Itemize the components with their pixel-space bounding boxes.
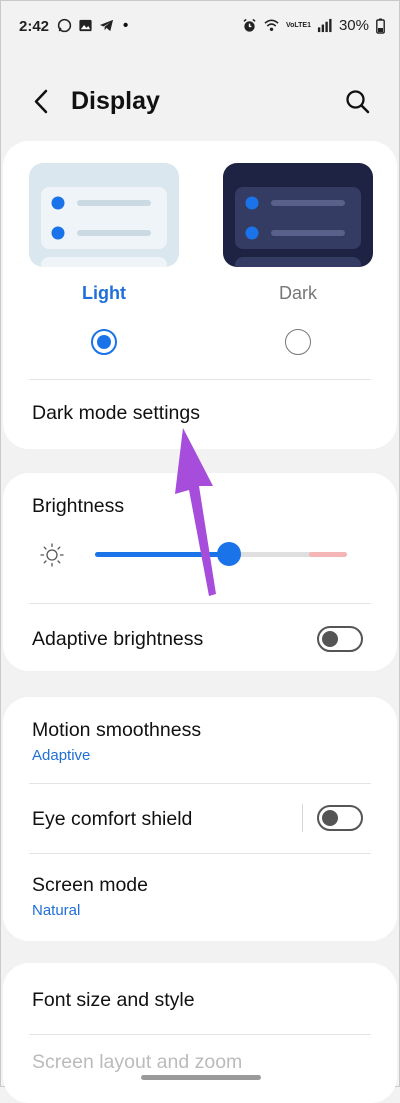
back-button[interactable] — [27, 83, 57, 121]
brightness-slider[interactable] — [95, 542, 347, 566]
brightness-high-zone — [309, 552, 347, 557]
motion-smoothness-value: Adaptive — [32, 747, 91, 764]
light-theme-radio[interactable] — [91, 329, 117, 355]
brightness-slider-fill — [95, 552, 229, 557]
screen-mode-label: Screen mode — [32, 874, 148, 896]
dark-theme-preview[interactable] — [223, 163, 373, 267]
adaptive-brightness-label: Adaptive brightness — [32, 628, 204, 650]
search-icon — [346, 90, 370, 114]
adaptive-brightness-toggle[interactable] — [317, 626, 363, 652]
gallery-icon — [79, 19, 92, 32]
whatsapp-icon — [57, 18, 72, 33]
dark-mode-settings-row[interactable]: Dark mode settings — [3, 380, 397, 446]
font-card: Font size and style Screen layout and zo… — [3, 963, 397, 1103]
screen-layout-and-zoom-label: Screen layout and zoom — [32, 1051, 243, 1073]
dark-preview-graphic — [235, 187, 361, 267]
toggle-separator — [302, 804, 303, 832]
alarm-icon — [243, 18, 256, 32]
dark-mode-settings-label: Dark mode settings — [32, 402, 200, 424]
dark-theme-radio[interactable] — [285, 329, 311, 355]
display-options-card: Motion smoothness Adaptive Eye comfort s… — [3, 697, 397, 941]
system-status: VoLTE1 30% — [242, 17, 385, 34]
status-time: 2:42 — [19, 18, 50, 35]
eye-comfort-shield-toggle[interactable] — [317, 805, 363, 831]
brightness-card: Brightness Adaptive brightness — [3, 473, 397, 671]
toggle-knob — [322, 810, 338, 826]
brightness-slider-thumb[interactable] — [216, 542, 241, 566]
telegram-icon — [99, 19, 114, 32]
dark-theme-label: Dark — [278, 283, 317, 303]
font-size-and-style-row[interactable]: Font size and style — [3, 963, 397, 1033]
font-size-and-style-label: Font size and style — [32, 989, 195, 1011]
screen-mode-row[interactable]: Screen mode Natural — [3, 854, 397, 940]
battery-icon — [376, 18, 385, 34]
wifi-icon — [264, 19, 279, 31]
page-title: Display — [71, 87, 160, 115]
back-arrow-icon — [34, 89, 48, 114]
toggle-knob — [322, 631, 338, 647]
more-notifications-dot: • — [123, 17, 129, 34]
screen-mode-value: Natural — [32, 902, 81, 919]
screen-layout-and-zoom-row[interactable]: Screen layout and zoom — [3, 1035, 397, 1075]
gesture-navigation-handle[interactable] — [141, 1075, 261, 1080]
eye-comfort-shield-label: Eye comfort shield — [32, 808, 193, 830]
theme-card: Light Dark Dark mode settings — [3, 141, 397, 449]
app-header: Display — [1, 73, 399, 133]
eye-comfort-shield-row[interactable]: Eye comfort shield — [3, 784, 397, 852]
status-bar: 2:42 • VoLTE1 30% — [1, 1, 399, 53]
sun-icon — [40, 543, 64, 567]
signal-icon — [317, 18, 332, 33]
search-button[interactable] — [341, 85, 375, 119]
motion-smoothness-label: Motion smoothness — [32, 719, 202, 741]
brightness-label: Brightness — [32, 495, 125, 517]
notification-icons: • — [57, 17, 128, 34]
adaptive-brightness-row[interactable]: Adaptive brightness — [3, 604, 397, 670]
light-theme-preview[interactable] — [29, 163, 179, 267]
network-type: VoLTE1 — [285, 22, 311, 29]
light-preview-graphic — [41, 187, 167, 267]
light-theme-label: Light — [82, 283, 126, 303]
battery-percent: 30% — [338, 17, 369, 34]
motion-smoothness-row[interactable]: Motion smoothness Adaptive — [3, 697, 397, 783]
